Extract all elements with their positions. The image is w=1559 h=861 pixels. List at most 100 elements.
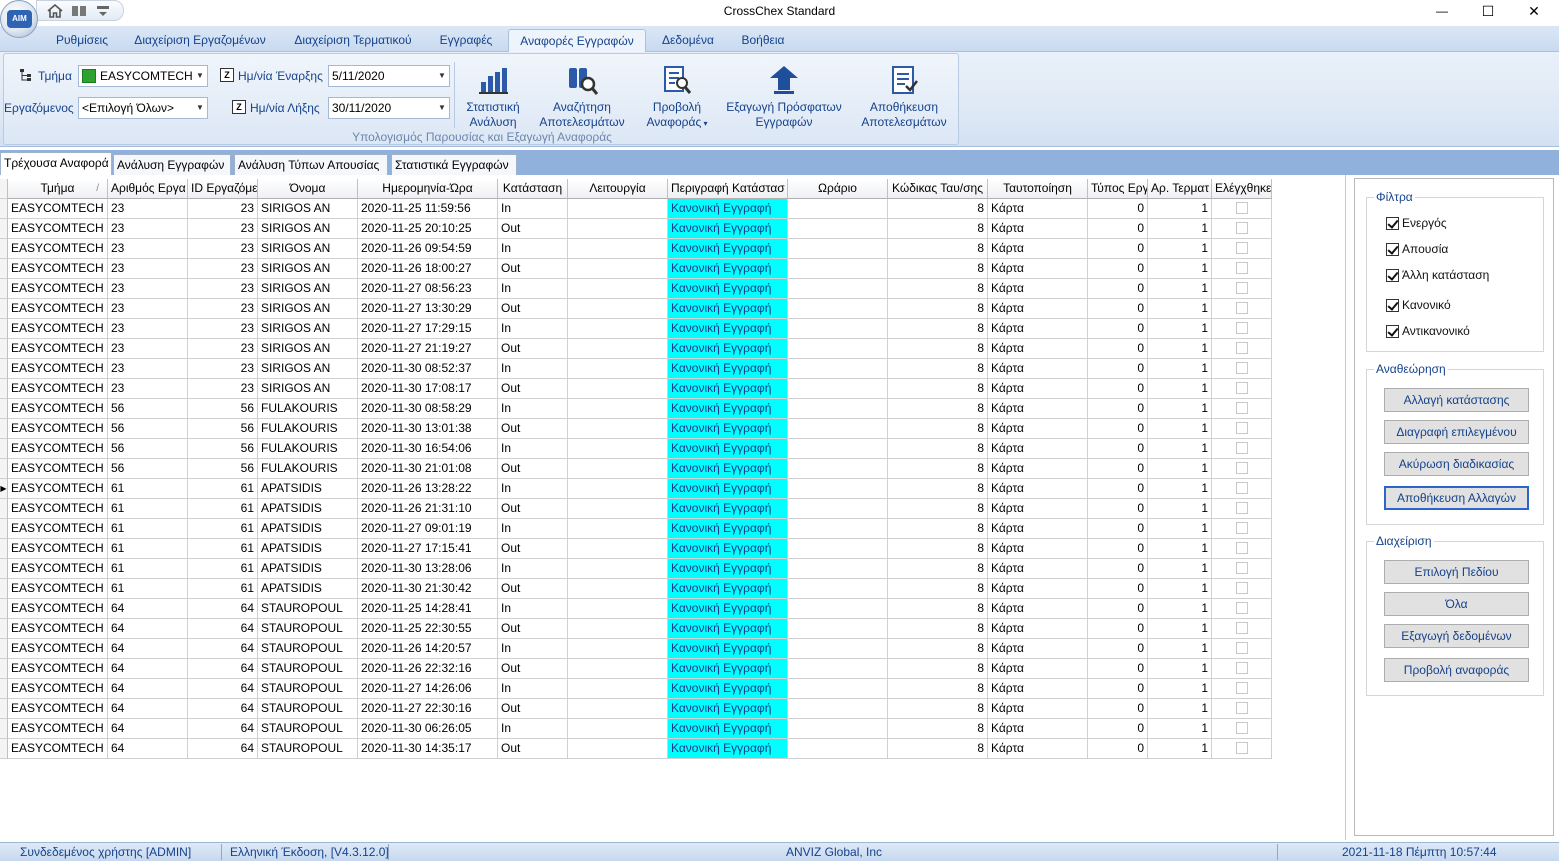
column-header-function[interactable]: Λειτουργία bbox=[568, 179, 668, 199]
tab-help[interactable]: Βοήθεια bbox=[730, 29, 796, 52]
column-header-schedule[interactable]: Ωράριο bbox=[788, 179, 888, 199]
current-row-indicator-icon[interactable]: ▶ bbox=[0, 479, 8, 499]
row-selector[interactable] bbox=[0, 639, 8, 659]
checkbox[interactable] bbox=[1386, 243, 1399, 256]
cancel-process-button[interactable]: Ακύρωση διαδικασίας bbox=[1384, 452, 1529, 476]
checked-checkbox[interactable] bbox=[1236, 342, 1248, 354]
row-selector[interactable] bbox=[0, 259, 8, 279]
row-selector[interactable] bbox=[0, 619, 8, 639]
checked-checkbox[interactable] bbox=[1236, 682, 1248, 694]
chevron-down-icon[interactable]: ▼ bbox=[435, 66, 449, 86]
row-selector[interactable] bbox=[0, 359, 8, 379]
checkbox[interactable] bbox=[1386, 269, 1399, 282]
tab-employee-management[interactable]: Διαχείριση Εργαζομένων bbox=[124, 29, 276, 52]
checked-checkbox[interactable] bbox=[1236, 262, 1248, 274]
tab-data[interactable]: Δεδομένα bbox=[652, 29, 724, 52]
close-button[interactable]: ✕ bbox=[1511, 0, 1557, 22]
column-header-identification[interactable]: Ταυτοποίηση bbox=[988, 179, 1088, 199]
column-header-name[interactable]: Όνομα bbox=[258, 179, 358, 199]
tab-record-reports[interactable]: Αναφορές Εγγραφών bbox=[508, 29, 646, 53]
row-selector[interactable] bbox=[0, 219, 8, 239]
export-recent-records-button[interactable]: Εξαγωγή Πρόσφατων Εγγραφών bbox=[722, 58, 846, 130]
row-selector[interactable] bbox=[0, 439, 8, 459]
row-selector[interactable] bbox=[0, 459, 8, 479]
checked-checkbox[interactable] bbox=[1236, 742, 1248, 754]
search-results-button[interactable]: Αναζήτηση Αποτελεσμάτων bbox=[534, 58, 630, 130]
column-header-department[interactable]: Τμήμα / bbox=[8, 179, 108, 199]
app-logo[interactable]: AIM bbox=[0, 0, 38, 38]
view-report-button[interactable]: Προβολή Αναφοράς ▾ bbox=[638, 58, 716, 130]
checked-checkbox[interactable] bbox=[1236, 422, 1248, 434]
row-selector[interactable] bbox=[0, 419, 8, 439]
row-selector[interactable] bbox=[0, 739, 8, 759]
save-results-button[interactable]: Αποθήκευση Αποτελεσμάτων bbox=[854, 58, 954, 130]
column-header-status[interactable]: Κατάσταση bbox=[498, 179, 568, 199]
checked-checkbox[interactable] bbox=[1236, 562, 1248, 574]
checked-checkbox[interactable] bbox=[1236, 202, 1248, 214]
checked-checkbox[interactable] bbox=[1236, 702, 1248, 714]
column-header-employee-number[interactable]: Αριθμός Εργα bbox=[108, 179, 188, 199]
row-selector[interactable] bbox=[0, 679, 8, 699]
row-selector[interactable] bbox=[0, 339, 8, 359]
checkbox[interactable] bbox=[1386, 299, 1399, 312]
row-selector[interactable] bbox=[0, 199, 8, 219]
chevron-down-icon[interactable]: ▾ bbox=[701, 119, 707, 128]
row-selector[interactable] bbox=[0, 699, 8, 719]
row-selector[interactable] bbox=[0, 719, 8, 739]
row-selector[interactable] bbox=[0, 239, 8, 259]
start-date-picker[interactable]: 5/11/2020 ▼ bbox=[328, 65, 450, 87]
tab-terminal-management[interactable]: Διαχείριση Τερματικού bbox=[282, 29, 424, 52]
tab-records[interactable]: Εγγραφές bbox=[430, 29, 502, 52]
chevron-down-icon[interactable]: ▼ bbox=[193, 98, 207, 118]
checkbox[interactable] bbox=[1386, 325, 1399, 338]
change-status-button[interactable]: Αλλαγή κατάστασης bbox=[1384, 388, 1529, 412]
select-field-button[interactable]: Επιλογή Πεδίου bbox=[1384, 560, 1529, 584]
checked-checkbox[interactable] bbox=[1236, 662, 1248, 674]
chevron-down-icon[interactable]: ▼ bbox=[193, 66, 207, 86]
checked-checkbox[interactable] bbox=[1236, 402, 1248, 414]
all-button[interactable]: Όλα bbox=[1384, 592, 1529, 616]
department-combo[interactable]: EASYCOMTECH ▼ bbox=[78, 65, 208, 87]
checked-checkbox[interactable] bbox=[1236, 722, 1248, 734]
checked-checkbox[interactable] bbox=[1236, 442, 1248, 454]
row-selector[interactable] bbox=[0, 379, 8, 399]
row-selector[interactable] bbox=[0, 299, 8, 319]
subtab-absence-types-analysis[interactable]: Ανάλυση Τύπων Απουσίας bbox=[234, 154, 388, 175]
row-selector[interactable] bbox=[0, 599, 8, 619]
employee-combo[interactable]: <Επιλογή Όλων> ▼ bbox=[78, 97, 208, 119]
row-selector[interactable] bbox=[0, 399, 8, 419]
checked-checkbox[interactable] bbox=[1236, 542, 1248, 554]
checked-checkbox[interactable] bbox=[1236, 522, 1248, 534]
chevron-down-icon[interactable]: ▼ bbox=[435, 98, 449, 118]
row-selector[interactable] bbox=[0, 279, 8, 299]
checked-checkbox[interactable] bbox=[1236, 222, 1248, 234]
checked-checkbox[interactable] bbox=[1236, 302, 1248, 314]
row-selector[interactable] bbox=[0, 519, 8, 539]
save-changes-button[interactable]: Αποθήκευση Αλλαγών bbox=[1384, 486, 1529, 510]
subtab-records-analysis[interactable]: Ανάλυση Εγγραφών bbox=[113, 154, 231, 175]
row-selector[interactable] bbox=[0, 559, 8, 579]
checked-checkbox[interactable] bbox=[1236, 622, 1248, 634]
checked-checkbox[interactable] bbox=[1236, 582, 1248, 594]
checked-checkbox[interactable] bbox=[1236, 382, 1248, 394]
subtab-current-report[interactable]: Τρέχουσα Αναφορά bbox=[0, 152, 112, 175]
checkbox[interactable] bbox=[1386, 217, 1399, 230]
subtab-records-statistics[interactable]: Στατιστικά Εγγραφών bbox=[391, 154, 517, 175]
row-selector[interactable] bbox=[0, 539, 8, 559]
export-data-button[interactable]: Εξαγωγή δεδομένων bbox=[1384, 624, 1529, 648]
column-header-employee-id[interactable]: ID Εργαζόμε bbox=[188, 179, 258, 199]
checked-checkbox[interactable] bbox=[1236, 602, 1248, 614]
checked-checkbox[interactable] bbox=[1236, 642, 1248, 654]
checked-checkbox[interactable] bbox=[1236, 462, 1248, 474]
row-selector[interactable] bbox=[0, 499, 8, 519]
column-header-work-type[interactable]: Τύπος Εργ bbox=[1088, 179, 1148, 199]
column-header-checked[interactable]: Ελέγχθηκε bbox=[1212, 179, 1272, 199]
checked-checkbox[interactable] bbox=[1236, 482, 1248, 494]
maximize-button[interactable]: ☐ bbox=[1465, 0, 1511, 22]
column-header-status-description[interactable]: Περιγραφή Κατάστασ bbox=[668, 179, 788, 199]
row-selector[interactable] bbox=[0, 579, 8, 599]
checked-checkbox[interactable] bbox=[1236, 322, 1248, 334]
column-header-verify-code[interactable]: Κώδικας Ταυ/σης bbox=[888, 179, 988, 199]
view-report-panel-button[interactable]: Προβολή αναφοράς bbox=[1384, 658, 1529, 682]
checked-checkbox[interactable] bbox=[1236, 282, 1248, 294]
